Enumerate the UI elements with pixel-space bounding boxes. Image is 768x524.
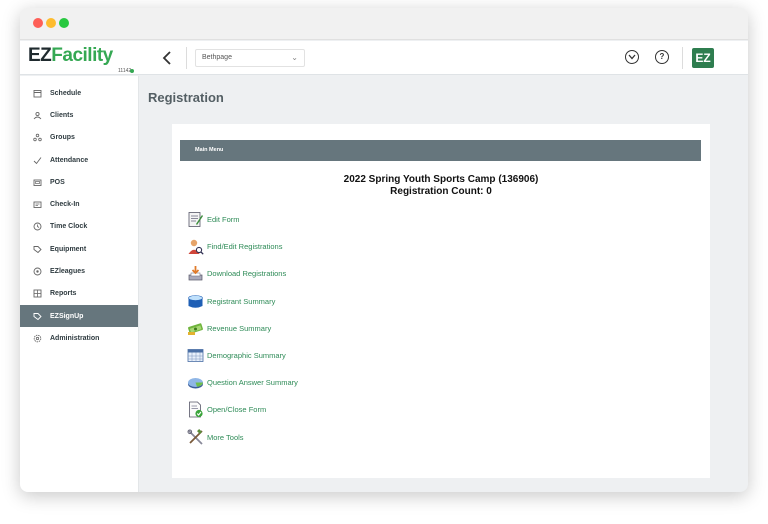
location-select[interactable]: Bethpage ⌄ [195, 49, 305, 67]
sidebar-item-label: Groups [50, 134, 75, 142]
menu-item-label: Revenue Summary [207, 323, 272, 333]
location-select-value: Bethpage [202, 54, 232, 61]
status-dot-icon [130, 69, 134, 73]
sidebar-item-label: Check-In [50, 201, 80, 209]
sidebar-item-administration[interactable]: Administration [20, 327, 138, 349]
clock-icon [33, 222, 42, 231]
sidebar-item-pos[interactable]: POS [20, 171, 138, 193]
menu-item-more-tools[interactable]: More Tools [187, 424, 298, 451]
menu-item-question-answer-summary[interactable]: Question Answer Summary [187, 369, 298, 396]
menu-item-label: More Tools [207, 432, 244, 442]
tools-icon [187, 428, 204, 446]
menu-item-demographic-summary[interactable]: Demographic Summary [187, 342, 298, 369]
sidebar-nav: Schedule Clients Groups Attendance POS C… [20, 76, 139, 492]
sidebar-item-time-clock[interactable]: Time Clock [20, 216, 138, 238]
menu-item-label: Find/Edit Registrations [207, 242, 283, 252]
revenue-icon [187, 320, 204, 337]
sidebar-item-label: Clients [50, 111, 74, 119]
sidebar-item-schedule[interactable]: Schedule [20, 82, 138, 104]
sidebar-item-label: Attendance [50, 156, 89, 164]
sidebar-item-label: Reports [50, 290, 77, 298]
grid-icon [33, 289, 42, 298]
check-icon [33, 156, 42, 165]
menu-item-edit-form[interactable]: Edit Form [187, 206, 298, 233]
sidebar-item-groups[interactable]: Groups [20, 127, 138, 149]
menu-item-label: Question Answer Summary [207, 378, 298, 388]
ezfacility-logo[interactable]: EZFacility [28, 45, 113, 67]
question-icon: ? [659, 52, 665, 61]
chevron-down-icon: ⌄ [291, 53, 298, 62]
sidebar-item-equipment[interactable]: Equipment [20, 238, 138, 260]
menu-item-label: Demographic Summary [207, 351, 286, 361]
close-window-button[interactable] [33, 18, 43, 28]
menu-item-label: Open/Close Form [207, 405, 267, 415]
sidebar-item-clients[interactable]: Clients [20, 104, 138, 126]
sidebar-item-ezsignup[interactable]: EZSignUp [20, 304, 138, 328]
menu-item-open-close-form[interactable]: Open/Close Form [187, 396, 298, 423]
find-person-icon [187, 238, 204, 255]
pos-icon [33, 178, 42, 187]
sidebar-item-ezleagues[interactable]: EZleagues [20, 260, 138, 282]
menu-item-label: Download Registrations [207, 269, 287, 279]
menu-item-download-registrations[interactable]: Download Registrations [187, 260, 298, 287]
main-content: Registration Main Menu 2022 Spring Youth… [140, 76, 748, 492]
main-menu-bar: Main Menu [180, 140, 701, 161]
registration-menu: Edit Form Find/Edit Registrations Downlo… [187, 206, 298, 451]
page-title: Registration [148, 90, 224, 105]
registration-card: Main Menu 2022 Spring Youth Sports Camp … [172, 124, 710, 478]
demographic-icon [187, 347, 204, 364]
minimize-window-button[interactable] [46, 18, 56, 28]
toolbar-divider-right [682, 47, 683, 69]
sidebar-item-label: Time Clock [50, 223, 88, 231]
help-button[interactable]: ? [655, 50, 669, 64]
camp-title: 2022 Spring Youth Sports Camp (136906) [343, 174, 539, 185]
sidebar-item-label: POS [50, 178, 65, 186]
edit-form-icon [187, 211, 204, 228]
sidebar-item-reports[interactable]: Reports [20, 283, 138, 305]
registration-count: Registration Count: 0 [390, 186, 492, 197]
groups-icon [33, 133, 42, 142]
sidebar-item-check-in[interactable]: Check-In [20, 193, 138, 215]
gear-icon [33, 334, 42, 343]
tag-icon [33, 245, 42, 254]
tag-icon [33, 312, 42, 321]
menu-item-find-edit-registrations[interactable]: Find/Edit Registrations [187, 233, 298, 260]
menu-item-revenue-summary[interactable]: Revenue Summary [187, 315, 298, 342]
ball-icon [33, 267, 42, 276]
clients-icon [33, 111, 42, 120]
chevron-left-icon [162, 51, 171, 65]
sidebar-item-label: Administration [50, 334, 100, 342]
chevron-down-circle-icon [628, 54, 636, 60]
menu-item-label: Registrant Summary [207, 296, 276, 306]
menu-item-registrant-summary[interactable]: Registrant Summary [187, 288, 298, 315]
sidebar-item-label: Equipment [50, 245, 87, 253]
id-card-icon [33, 200, 42, 209]
download-icon [187, 265, 204, 282]
notifications-dropdown-button[interactable] [625, 50, 639, 64]
menu-item-label: Edit Form [207, 215, 240, 225]
logo-facility-text: Facility [51, 45, 113, 66]
open-close-form-icon [187, 401, 204, 418]
app-window: EZFacility 11142 Bethpage ⌄ ? EZ Schedul… [20, 8, 748, 492]
sidebar-item-label: Schedule [50, 89, 82, 97]
sidebar-item-label: EZSignUp [50, 312, 84, 320]
account-avatar[interactable]: EZ [692, 48, 714, 68]
zoom-window-button[interactable] [59, 18, 69, 28]
pie-icon [187, 374, 204, 391]
registrant-summary-icon [187, 293, 204, 310]
top-app-bar: EZFacility 11142 Bethpage ⌄ ? EZ [20, 41, 748, 75]
logo-ez-text: EZ [28, 45, 52, 66]
window-titlebar [20, 8, 748, 40]
calendar-icon [33, 89, 42, 98]
toolbar-divider [186, 47, 187, 69]
back-button[interactable] [156, 47, 178, 69]
sidebar-item-attendance[interactable]: Attendance [20, 149, 138, 171]
sidebar-item-label: EZleagues [50, 268, 86, 276]
